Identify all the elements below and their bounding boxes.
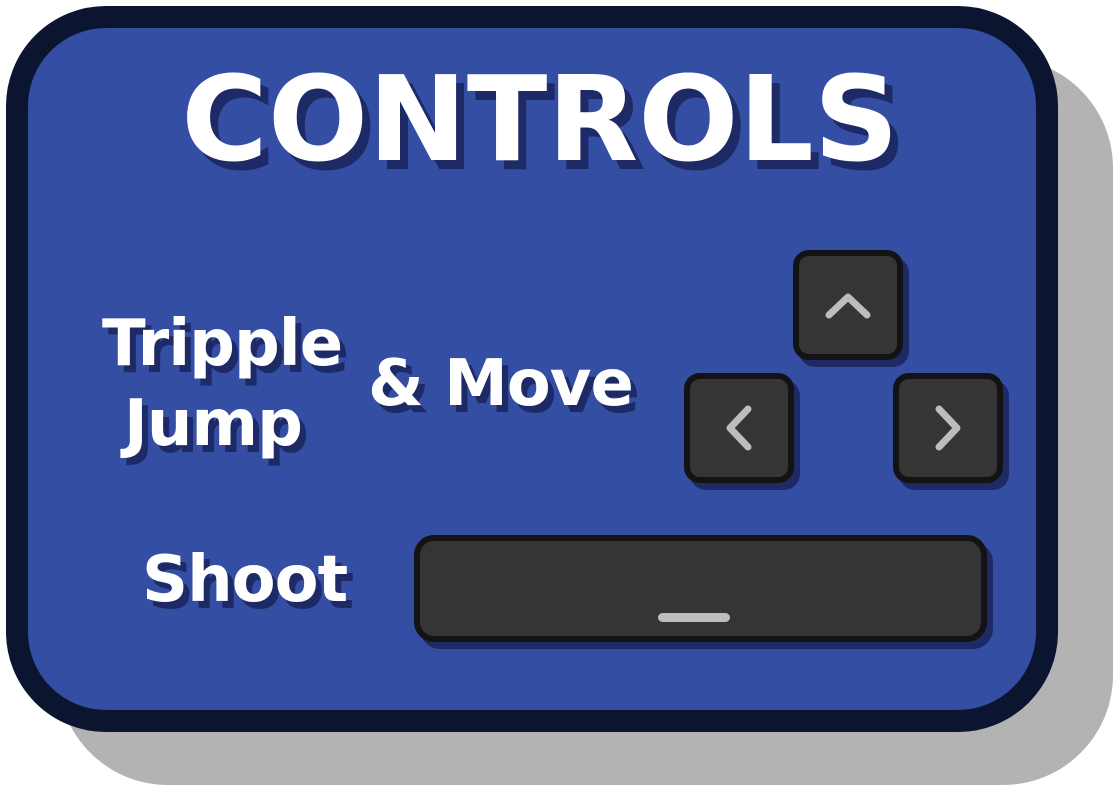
controls-screen: CONTROLS Tripple Jump & Move Shoot: [0, 0, 1113, 789]
chevron-left-icon: [726, 405, 752, 451]
left-arrow-key: [684, 373, 794, 483]
shoot-label: Shoot: [142, 543, 348, 617]
up-arrow-key: [793, 250, 903, 360]
right-arrow-key: [893, 373, 1003, 483]
chevron-up-icon: [825, 293, 871, 319]
move-label: & Move: [368, 347, 634, 421]
spacebar-key: [414, 535, 987, 642]
spacebar-icon: [658, 613, 730, 622]
chevron-right-icon: [935, 405, 961, 451]
jump-label-line1: Tripple: [102, 307, 343, 381]
page-title: CONTROLS: [181, 50, 899, 188]
jump-label-line2: Jump: [124, 387, 303, 461]
